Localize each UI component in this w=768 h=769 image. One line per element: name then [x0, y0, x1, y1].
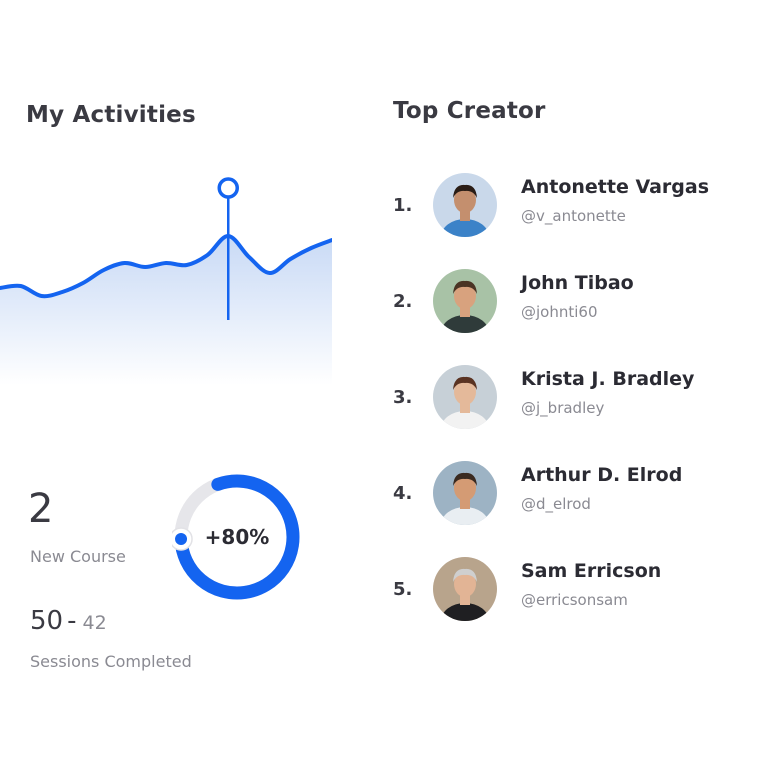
creator-handle[interactable]: @erricsonsam	[521, 591, 628, 609]
creator-name[interactable]: John Tibao	[521, 272, 634, 294]
sessions-completed-label: Sessions Completed	[30, 652, 192, 671]
creator-handle[interactable]: @v_antonette	[521, 207, 626, 225]
new-course-label: New Course	[30, 547, 126, 566]
creator-row[interactable]: 3. Krista J. Bradley @j_bradley	[393, 365, 753, 431]
creator-row[interactable]: 2. John Tibao @johnti60	[393, 269, 753, 335]
avatar-image	[433, 557, 497, 621]
creator-rank: 2.	[393, 291, 413, 312]
creator-rank: 5.	[393, 579, 413, 600]
creator-handle[interactable]: @d_elrod	[521, 495, 591, 513]
creator-avatar[interactable]	[433, 461, 497, 525]
creator-rank: 3.	[393, 387, 413, 408]
chart-highlight-point[interactable]	[217, 177, 239, 199]
progress-percentage: +80%	[204, 525, 270, 549]
avatar-image	[433, 365, 497, 429]
creator-name[interactable]: Arthur D. Elrod	[521, 464, 682, 486]
creator-row[interactable]: 5. Sam Erricson @erricsonsam	[393, 557, 753, 623]
avatar-image	[433, 269, 497, 333]
sessions-separator: -	[67, 606, 77, 636]
sessions-values: 50-42	[30, 606, 107, 636]
avatar-image	[433, 461, 497, 525]
creator-avatar[interactable]	[433, 557, 497, 621]
creator-row[interactable]: 1. Antonette Vargas @v_antonette	[393, 173, 753, 239]
chart-area-fill	[0, 235, 332, 385]
new-course-count: 2	[28, 486, 54, 532]
creator-name[interactable]: Krista J. Bradley	[521, 368, 694, 390]
my-activities-title: My Activities	[26, 102, 196, 128]
top-creator-title: Top Creator	[393, 98, 546, 124]
creator-name[interactable]: Sam Erricson	[521, 560, 661, 582]
creator-name[interactable]: Antonette Vargas	[521, 176, 709, 198]
creator-row[interactable]: 4. Arthur D. Elrod @d_elrod	[393, 461, 753, 527]
sessions-completed-count: 42	[82, 612, 107, 634]
creator-avatar[interactable]	[433, 173, 497, 237]
avatar-image	[433, 173, 497, 237]
activity-area-chart	[0, 177, 332, 385]
creator-avatar[interactable]	[433, 269, 497, 333]
creator-avatar[interactable]	[433, 365, 497, 429]
creator-handle[interactable]: @johnti60	[521, 303, 598, 321]
sessions-total: 50	[30, 606, 64, 636]
creator-rank: 4.	[393, 483, 413, 504]
creator-rank: 1.	[393, 195, 413, 216]
creator-handle[interactable]: @j_bradley	[521, 399, 604, 417]
